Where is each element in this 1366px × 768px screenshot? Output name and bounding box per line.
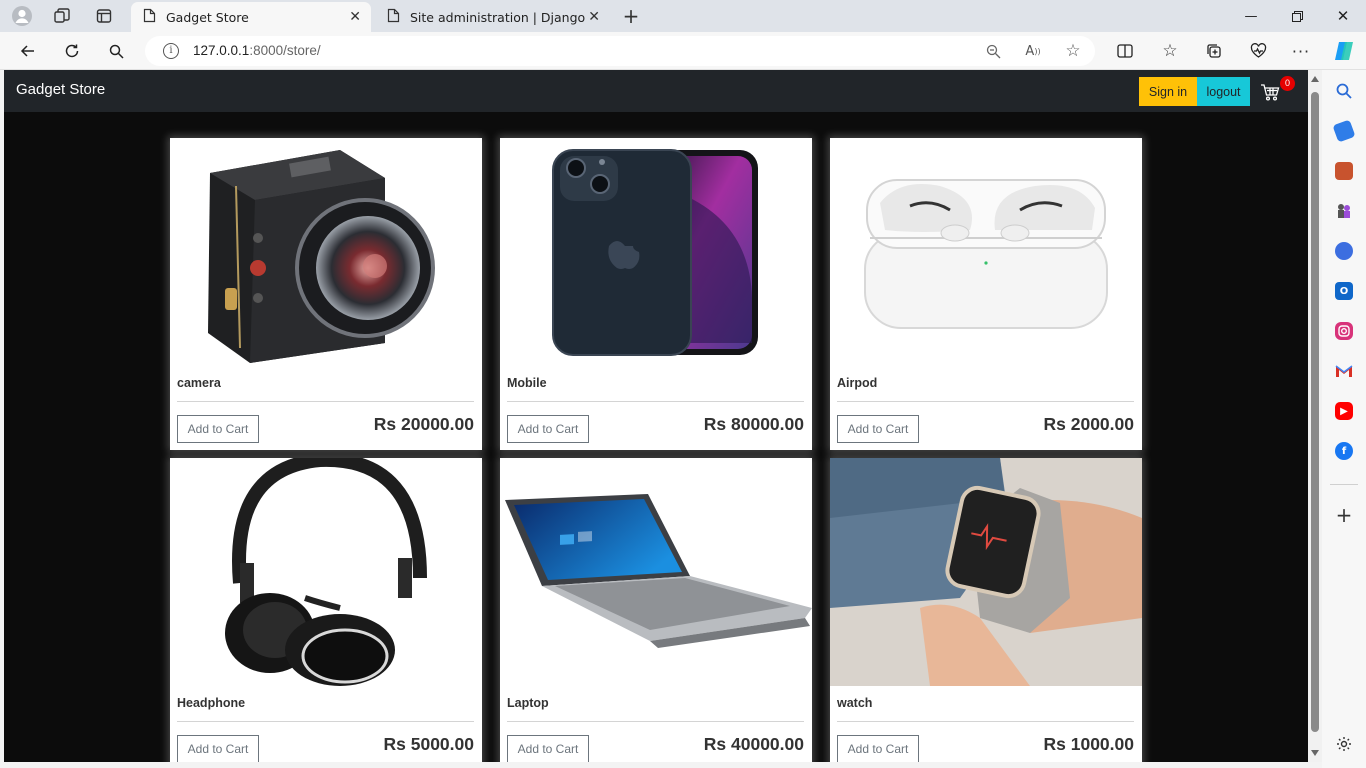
search-icon[interactable] [103,39,129,63]
scrollbar-thumb[interactable] [1311,92,1319,732]
tab-title: Gadget Store [166,9,249,25]
product-price: Rs 20000.00 [373,414,474,434]
add-to-cart-button[interactable]: Add to Cart [837,415,919,443]
zoom-out-icon[interactable] [983,42,1003,60]
divider [837,401,1134,402]
sidebar-tag-icon[interactable] [1332,119,1356,143]
add-to-cart-button[interactable]: Add to Cart [177,415,259,443]
site-info-icon[interactable]: i [163,43,179,59]
workspaces-icon[interactable] [50,4,74,28]
product-image-laptop[interactable] [500,458,812,686]
sidebar-youtube-icon[interactable]: ▶ [1335,402,1353,420]
page-icon [143,8,156,26]
url-text: 127.0.0.1:8000/store/ [193,43,321,58]
add-to-cart-button[interactable]: Add to Cart [837,735,919,762]
product-name: Mobile [507,376,547,390]
refresh-icon[interactable] [59,39,85,63]
address-bar: i 127.0.0.1:8000/store/ A)) ☆ ☆ ··· [0,32,1366,70]
product-image-headphone[interactable] [170,458,482,686]
tab-site-admin[interactable]: Site administration | Django site a ✕ [375,2,610,32]
tab-strip: Gadget Store ✕ Site administration | Dja… [0,0,1366,32]
page-scrollbar[interactable] [1308,70,1322,762]
sidebar-gmail-icon[interactable] [1335,362,1353,380]
minimize-icon[interactable]: — [1228,3,1274,29]
sidebar-games-icon[interactable] [1335,202,1353,220]
product-price: Rs 40000.00 [703,734,804,754]
sign-in-button[interactable]: Sign in [1139,77,1197,106]
divider [177,401,474,402]
close-icon[interactable]: ✕ [588,9,600,25]
product-price: Rs 80000.00 [703,414,804,434]
product-name: Headphone [177,696,246,710]
divider [507,401,804,402]
store-navbar: Gadget Store Sign in logout 0 [4,70,1308,112]
product-card: Mobile Add to Cart Rs 80000.00 [500,138,812,450]
product-card: Airpod Add to Cart Rs 2000.00 [830,138,1142,450]
product-price: Rs 5000.00 [383,734,475,754]
logout-button[interactable]: logout [1197,77,1250,106]
add-to-cart-button[interactable]: Add to Cart [507,415,589,443]
product-card: Laptop Add to Cart Rs 40000.00 [500,458,812,762]
product-image-airpod[interactable] [830,138,1142,366]
brand-link[interactable]: Gadget Store [16,81,105,98]
scroll-down-icon[interactable] [1311,750,1319,756]
profile-icon[interactable] [10,4,34,28]
add-to-cart-button[interactable]: Add to Cart [177,735,259,762]
product-image-mobile[interactable] [500,138,812,366]
back-icon[interactable] [15,39,41,63]
collections-icon[interactable] [1201,39,1227,63]
divider [177,721,474,722]
sidebar-divider [1330,484,1358,485]
sidebar-search-icon[interactable] [1335,82,1353,100]
sidebar-add-icon[interactable]: + [1335,503,1353,527]
product-card: watch Add to Cart Rs 1000.00 [830,458,1142,762]
tab-gadget-store[interactable]: Gadget Store ✕ [131,2,371,32]
tab-actions-icon[interactable] [92,4,116,28]
close-icon[interactable]: ✕ [349,9,361,25]
product-card: Headphone Add to Cart Rs 5000.00 [170,458,482,762]
split-screen-icon[interactable] [1112,39,1138,63]
edge-sidebar: O ▶ f + [1322,70,1366,768]
sidebar-toolbox-icon[interactable] [1335,162,1353,180]
add-to-cart-button[interactable]: Add to Cart [507,735,589,762]
divider [837,721,1134,722]
product-name: Airpod [837,376,878,390]
url-field[interactable]: i 127.0.0.1:8000/store/ A)) ☆ [145,36,1095,66]
tab-title: Site administration | Django site a [410,9,585,25]
restore-icon[interactable] [1274,3,1320,29]
product-price: Rs 1000.00 [1043,734,1135,754]
product-price: Rs 2000.00 [1043,414,1135,434]
sidebar-office-icon[interactable] [1335,242,1353,260]
product-name: Laptop [507,696,549,710]
product-image-camera[interactable] [170,138,482,366]
sidebar-settings-icon[interactable] [1335,735,1353,753]
sidebar-facebook-icon[interactable]: f [1335,442,1353,460]
sidebar-instagram-icon[interactable] [1335,322,1353,340]
close-window-icon[interactable]: ✕ [1320,3,1366,29]
product-name: watch [837,696,873,710]
cart-count-badge: 0 [1280,76,1295,91]
scroll-up-icon[interactable] [1311,76,1319,82]
sidebar-outlook-icon[interactable]: O [1335,282,1353,300]
more-options-icon[interactable]: ··· [1288,39,1314,63]
new-tab-icon[interactable]: + [619,4,643,28]
page-icon [387,8,400,26]
browser-essentials-icon[interactable] [1245,39,1271,63]
divider [507,721,804,722]
cart-icon[interactable] [1260,82,1280,102]
page-viewport: Gadget Store Sign in logout 0 camera Add… [4,70,1308,762]
favorites-icon[interactable]: ☆ [1157,39,1183,63]
product-name: camera [177,376,221,390]
read-aloud-icon[interactable]: A)) [1023,42,1043,60]
favorite-star-icon[interactable]: ☆ [1063,41,1083,61]
product-card: camera Add to Cart Rs 20000.00 [170,138,482,450]
copilot-icon[interactable] [1331,39,1357,63]
product-image-watch[interactable] [830,458,1142,686]
